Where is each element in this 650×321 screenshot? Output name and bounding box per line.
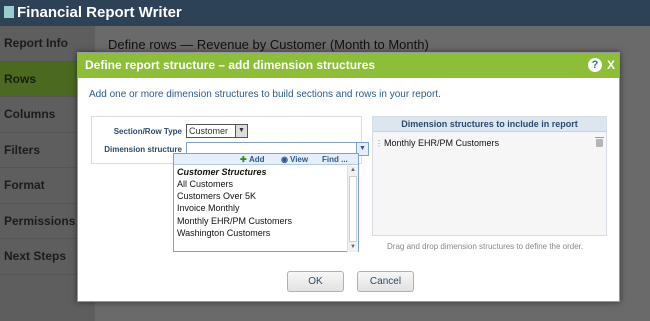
dialog-titlebar: Define report structure – add dimension … bbox=[78, 53, 619, 78]
cancel-button[interactable]: Cancel bbox=[357, 271, 414, 292]
help-icon[interactable]: ? bbox=[588, 58, 602, 72]
dropdown-option-monthly-ehr-pm-customers[interactable]: Monthly EHR/PM Customers bbox=[177, 215, 348, 227]
included-structure-item[interactable]: ⋮ Monthly EHR/PM Customers bbox=[373, 137, 606, 150]
dropdown-option-all-customers[interactable]: All Customers bbox=[177, 178, 348, 190]
section-row-type-value: Customer bbox=[189, 126, 229, 136]
ok-button[interactable]: OK bbox=[287, 271, 344, 292]
view-icon[interactable]: ◉ bbox=[281, 154, 288, 165]
scroll-up-icon[interactable]: ▲ bbox=[348, 166, 358, 175]
dropdown-list: Customer Structures All Customers Custom… bbox=[174, 166, 348, 252]
dialog-title: Define report structure – add dimension … bbox=[85, 58, 376, 72]
drag-handle-icon[interactable]: ⋮ bbox=[375, 137, 383, 150]
included-structures-header: Dimension structures to include in repor… bbox=[373, 117, 606, 132]
section-row-type-select[interactable]: Customer ▼ bbox=[186, 124, 248, 138]
dropdown-option-customers-over-5k[interactable]: Customers Over 5K bbox=[177, 190, 348, 202]
dropdown-group-header: Customer Structures bbox=[177, 167, 267, 177]
dimension-structure-label: Dimension structure bbox=[104, 145, 182, 154]
dropdown-option-invoice-monthly[interactable]: Invoice Monthly bbox=[177, 202, 348, 214]
add-icon[interactable]: ✚ bbox=[240, 154, 247, 165]
page-heading: Define rows — Revenue by Customer (Month… bbox=[108, 37, 429, 52]
section-row-type-label: Section/Row Type bbox=[113, 127, 182, 136]
dimension-structure-dropdown: ✚ Add ◉ View Find ... Customer Structure… bbox=[173, 153, 359, 252]
trash-icon[interactable] bbox=[595, 137, 604, 147]
drag-drop-hint: Drag and drop dimension structures to de… bbox=[387, 242, 584, 251]
dropdown-add-button[interactable]: Add bbox=[249, 154, 265, 165]
dropdown-scrollbar[interactable]: ▲ ▼ bbox=[347, 166, 358, 252]
included-structures-panel: Dimension structures to include in repor… bbox=[372, 116, 607, 236]
scrollbar-thumb[interactable] bbox=[349, 176, 357, 242]
chevron-down-icon[interactable]: ▼ bbox=[235, 125, 247, 137]
scroll-down-icon[interactable]: ▼ bbox=[348, 243, 358, 252]
dropdown-toolbar: ✚ Add ◉ View Find ... bbox=[174, 154, 358, 165]
app-logo-icon bbox=[4, 6, 14, 18]
app-title: Financial Report Writer bbox=[17, 4, 182, 21]
dropdown-option-washington-customers[interactable]: Washington Customers bbox=[177, 227, 348, 239]
dropdown-view-button[interactable]: View bbox=[290, 154, 308, 165]
dialog-intro-text: Add one or more dimension structures to … bbox=[89, 89, 441, 100]
included-structure-label: Monthly EHR/PM Customers bbox=[384, 138, 500, 148]
add-dimension-structures-dialog: Define report structure – add dimension … bbox=[77, 52, 620, 302]
app-header: Financial Report Writer bbox=[0, 0, 650, 26]
close-icon[interactable]: X bbox=[607, 53, 615, 78]
dropdown-find-button[interactable]: Find ... bbox=[322, 154, 348, 165]
